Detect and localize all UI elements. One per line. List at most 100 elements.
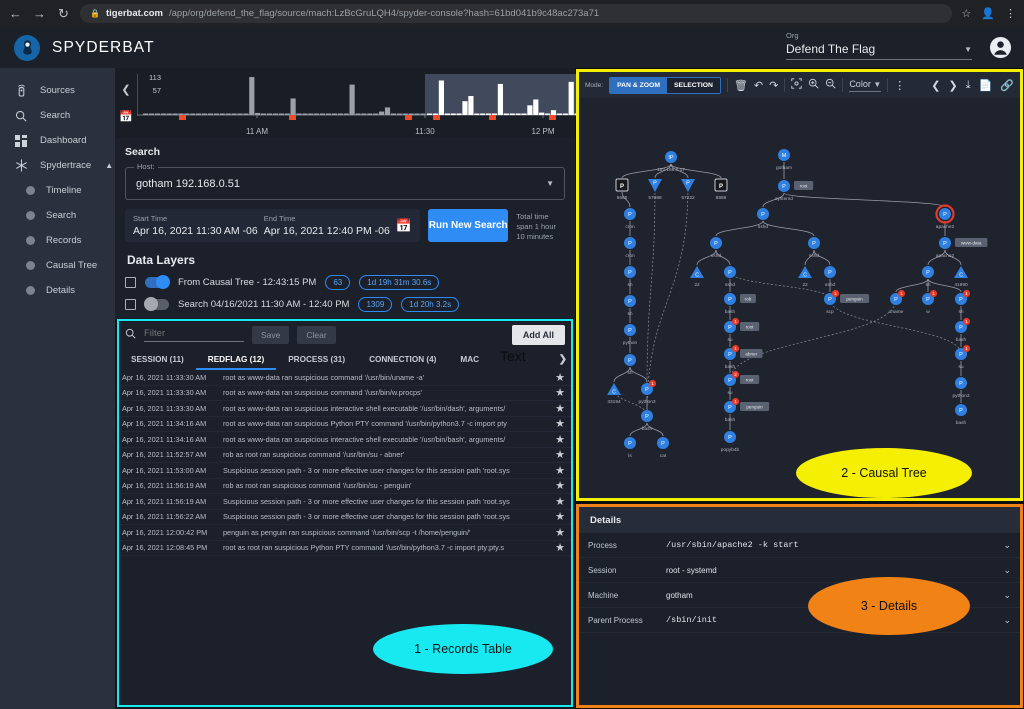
tree-node[interactable]: Papache2 bbox=[935, 204, 955, 231]
tree-node[interactable]: Psshd bbox=[724, 266, 736, 288]
calendar-icon[interactable]: 📅 bbox=[119, 110, 133, 123]
tree-node[interactable]: Pcat bbox=[657, 437, 669, 459]
tree-node[interactable]: P1 sh bbox=[955, 289, 971, 315]
chevron-down-icon[interactable]: ⌄ bbox=[1003, 590, 1011, 601]
sidebar-item-records[interactable]: Records bbox=[0, 228, 115, 253]
tree-node[interactable]: Psshd bbox=[757, 208, 769, 230]
tree-node[interactable]: Psystemd root bbox=[775, 180, 814, 202]
tree-node[interactable]: Papache2 www-data bbox=[936, 237, 988, 259]
star-icon[interactable]: ★ bbox=[552, 541, 568, 554]
details-row[interactable]: Session root - systemd ⌄ bbox=[579, 558, 1020, 583]
reload-icon[interactable]: ↻ bbox=[56, 6, 71, 22]
tree-node[interactable]: Pbash bbox=[955, 404, 967, 426]
star-icon[interactable]: ★ bbox=[552, 402, 568, 415]
table-row[interactable]: Apr 16, 2021 11:34:16 AM root as www-data… bbox=[119, 432, 571, 448]
tree-node[interactable]: Ppython3 bbox=[952, 377, 970, 399]
table-row[interactable]: Apr 16, 2021 11:33:30 AM root as www-data… bbox=[119, 370, 571, 386]
org-selector[interactable]: Org Defend The Flag ▼ bbox=[786, 31, 972, 60]
records-tab[interactable]: MAC bbox=[448, 355, 491, 364]
records-tab[interactable]: REDFLAG (12) bbox=[195, 349, 277, 370]
star-icon[interactable]: ★ bbox=[552, 433, 568, 446]
sidebar-item-causal-tree[interactable]: Causal Tree bbox=[0, 253, 115, 278]
tree-node[interactable]: Pcron bbox=[624, 237, 636, 259]
link-icon[interactable]: 🔗 bbox=[1000, 79, 1014, 92]
sidebar-item-dashboard[interactable]: Dashboard bbox=[0, 128, 115, 153]
tree-node[interactable]: Mgotham bbox=[776, 149, 792, 171]
layer-checkbox[interactable] bbox=[125, 277, 136, 288]
tree-node[interactable]: C 22 bbox=[690, 266, 704, 288]
table-row[interactable]: Apr 16, 2021 11:52:57 AM rob as root ran … bbox=[119, 448, 571, 463]
tree-node[interactable]: P1 su root bbox=[724, 317, 760, 343]
table-row[interactable]: Apr 16, 2021 11:56:19 AM Suspicious sessi… bbox=[119, 494, 571, 510]
chevron-up-icon[interactable]: ▲ bbox=[105, 161, 113, 170]
chevron-right-icon[interactable]: ❯ bbox=[949, 79, 958, 92]
star-icon[interactable]: ★ bbox=[552, 495, 568, 508]
tree-node[interactable]: Pbash bbox=[641, 410, 653, 432]
fit-to-screen-icon[interactable] bbox=[791, 78, 802, 92]
star-icon[interactable]: ★ bbox=[552, 510, 568, 523]
color-dropdown[interactable]: Color ▼ bbox=[849, 79, 882, 92]
tree-node[interactable]: C 22 bbox=[798, 266, 812, 288]
sidebar-item-timeline[interactable]: Timeline bbox=[0, 178, 115, 203]
records-tab[interactable]: SESSION (11) bbox=[119, 355, 196, 364]
star-icon[interactable]: ★ bbox=[552, 386, 568, 399]
tree-node[interactable]: Psh bbox=[624, 295, 636, 317]
tree-node[interactable]: P 57222 bbox=[681, 179, 695, 201]
chevron-left-icon[interactable]: ❮ bbox=[931, 79, 940, 92]
end-time-field[interactable]: End Time Apr 16, 2021 12:40 PM -06 bbox=[264, 214, 390, 237]
chevron-down-icon[interactable]: ▼ bbox=[873, 80, 881, 89]
tree-node[interactable]: P 5555 bbox=[615, 178, 629, 201]
tree-node[interactable]: Psh bbox=[922, 266, 934, 288]
sidebar-item-sources[interactable]: Sources bbox=[0, 78, 115, 103]
chevron-down-icon[interactable]: ⌄ bbox=[1003, 615, 1011, 626]
sidebar-item-details[interactable]: Details bbox=[0, 278, 115, 303]
run-new-search-button[interactable]: Run New Search bbox=[428, 209, 509, 242]
zoom-in-icon[interactable] bbox=[808, 78, 819, 92]
redo-icon[interactable]: ↷ bbox=[769, 79, 778, 92]
kebab-menu-icon[interactable]: ⋮ bbox=[1005, 7, 1016, 20]
zoom-out-icon[interactable] bbox=[825, 78, 836, 92]
tree-node[interactable]: Ppython bbox=[623, 324, 638, 346]
sidebar-item-spydertrace[interactable]: Spydertrace ▲ bbox=[0, 153, 115, 178]
undo-icon[interactable]: ↶ bbox=[754, 79, 763, 92]
chevron-down-icon[interactable]: ⌄ bbox=[1003, 565, 1011, 576]
address-bar[interactable]: 🔒 tigerbat.com/app/org/defend_the_flag/s… bbox=[80, 4, 953, 23]
export-icon[interactable]: ⤓ bbox=[966, 79, 971, 92]
tree-node[interactable]: P2 su root bbox=[724, 370, 760, 396]
timeline-chart[interactable]: 11 AM11:3012 PM12:3001 PM bbox=[137, 68, 1007, 138]
trash-icon[interactable]: 🗑 bbox=[734, 79, 748, 92]
data-layer-row[interactable]: Search 04/16/2021 11:30 AM - 12:40 PM 13… bbox=[125, 297, 565, 312]
report-icon[interactable]: 📄 bbox=[979, 79, 993, 92]
add-all-button[interactable]: Add All bbox=[511, 325, 565, 345]
star-icon[interactable]: ★ bbox=[552, 371, 568, 384]
tree-node[interactable]: P1 bash bbox=[955, 317, 971, 343]
tree-node[interactable]: Pls bbox=[624, 437, 636, 459]
chevron-down-icon[interactable]: ▼ bbox=[964, 45, 972, 54]
mode-selection-button[interactable]: SELECTION bbox=[667, 77, 720, 93]
star-icon[interactable]: ★ bbox=[552, 417, 568, 430]
table-row[interactable]: Apr 16, 2021 11:56:22 AM Suspicious sessi… bbox=[119, 510, 571, 525]
table-row[interactable]: Apr 16, 2021 11:33:30 AM root as www-data… bbox=[119, 401, 571, 417]
tree-node[interactable]: Psshd bbox=[824, 266, 836, 288]
tree-node[interactable]: IP 192.168.0.17 bbox=[657, 151, 685, 173]
star-icon[interactable]: ★ bbox=[552, 479, 568, 492]
tree-node[interactable]: Pbash rob bbox=[724, 293, 756, 315]
table-row[interactable]: Apr 16, 2021 12:00:42 PM penguin as pengu… bbox=[119, 525, 571, 541]
tree-node[interactable]: P 57088 bbox=[648, 179, 662, 201]
kebab-menu-icon[interactable]: ⋮ bbox=[894, 79, 905, 92]
tree-node[interactable]: Psshd bbox=[808, 237, 820, 259]
star-icon[interactable]: ★ bbox=[552, 448, 568, 461]
layer-toggle[interactable] bbox=[145, 275, 170, 289]
details-row[interactable]: Process/usr/sbin/apache2 -k start ⌄ bbox=[579, 533, 1020, 558]
sidebar-item-search[interactable]: Search bbox=[0, 103, 115, 128]
tree-node[interactable]: Ppopyb4b bbox=[721, 431, 740, 453]
back-arrow-icon[interactable]: ← bbox=[8, 6, 23, 21]
table-row[interactable]: Apr 16, 2021 11:56:19 AM rob as root ran … bbox=[119, 479, 571, 494]
tree-node[interactable]: P1 bash penguin bbox=[724, 397, 770, 423]
sidebar-item-search-sub[interactable]: Search bbox=[0, 203, 115, 228]
calendar-icon[interactable]: 📅 bbox=[396, 218, 412, 234]
tree-node[interactable]: Psshd bbox=[710, 237, 722, 259]
causal-tree-canvas[interactable]: IP 192.168.0.17 P 5555 P 57088 P 57222 P 8888 Mgot… bbox=[579, 98, 1020, 498]
chevron-left-icon[interactable]: ❮ bbox=[121, 83, 130, 96]
data-layer-row[interactable]: From Causal Tree - 12:43:15 PM 63 1d 19h… bbox=[125, 275, 565, 290]
